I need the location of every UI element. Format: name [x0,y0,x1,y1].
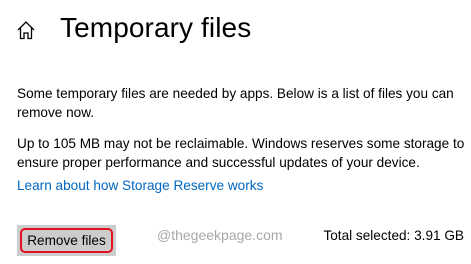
watermark: @thegeekpage.com [157,227,283,243]
remove-files-label: Remove files [20,228,113,253]
home-icon[interactable] [15,19,37,41]
remove-files-button[interactable]: Remove files [17,225,116,256]
storage-reserve-text: Up to 105 MB may not be reclaimable. Win… [17,136,465,170]
total-selected: Total selected: 3.91 GB [323,228,464,243]
page-title: Temporary files [60,12,252,43]
intro-text: Some temporary files are needed by apps.… [17,86,454,120]
storage-reserve-link[interactable]: Learn about how Storage Reserve works [17,176,263,195]
